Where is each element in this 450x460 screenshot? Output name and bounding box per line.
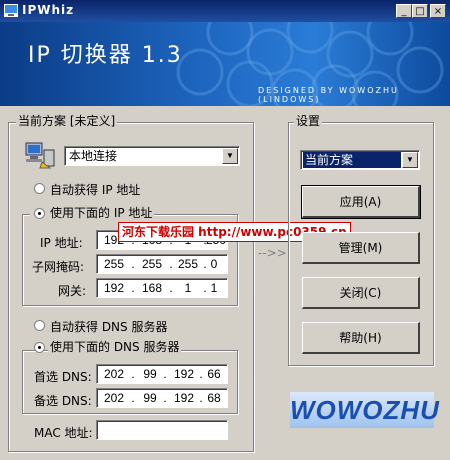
dns1-octet-1: 202 bbox=[103, 367, 125, 381]
gw-dot: . bbox=[131, 281, 135, 295]
mask-octet-2: 255 bbox=[141, 257, 163, 271]
scheme-select[interactable]: 当前方案 ▼ bbox=[300, 150, 420, 170]
manage-button[interactable]: 管理(M) bbox=[302, 232, 420, 264]
ip-manual-label: 使用下面的 IP 地址 bbox=[48, 206, 155, 220]
dns-auto-label: 自动获得 DNS 服务器 bbox=[50, 320, 168, 334]
ip-manual-radio[interactable] bbox=[34, 208, 45, 219]
app-icon bbox=[4, 4, 18, 17]
help-button[interactable]: 帮助(H) bbox=[302, 322, 420, 354]
mac-address-field[interactable] bbox=[96, 420, 228, 440]
maximize-button[interactable]: □ bbox=[412, 4, 428, 18]
close-button[interactable]: 关闭(C) bbox=[302, 277, 420, 309]
wowozhu-logo: WOWOZHU bbox=[290, 392, 439, 428]
current-scheme-group-title: 当前方案 [未定义] bbox=[16, 114, 118, 128]
mask-dot: . bbox=[131, 257, 135, 271]
gw-octet-4: 1 bbox=[210, 281, 218, 295]
title-bar[interactable]: IPWhiz _ □ × bbox=[0, 0, 450, 22]
ip-auto-radio[interactable] bbox=[34, 183, 45, 194]
dns2-field[interactable]: 202 . 99 . 192 . 68 bbox=[96, 388, 228, 408]
window-title: IPWhiz bbox=[22, 3, 75, 17]
dns-manual-radio[interactable] bbox=[34, 342, 45, 353]
minimize-button[interactable]: _ bbox=[396, 4, 412, 18]
dns1-label: 首选 DNS: bbox=[34, 370, 92, 384]
dns2-octet-3: 192 bbox=[173, 391, 195, 405]
gw-octet-2: 168 bbox=[141, 281, 163, 295]
banner-subtitle: DESIGNED BY WOWOZHU (LINDOWS) bbox=[258, 86, 399, 104]
ip-auto-label: 自动获得 IP 地址 bbox=[50, 183, 141, 197]
apply-button[interactable]: 应用(A) bbox=[301, 185, 421, 219]
scheme-select-value: 当前方案 bbox=[303, 152, 401, 168]
dns1-field[interactable]: 202 . 99 . 192 . 66 bbox=[96, 364, 228, 384]
header-banner: IP 切换器 1.3 DESIGNED BY WOWOZHU (LINDOWS) bbox=[0, 22, 450, 106]
gateway-field[interactable]: 192 . 168 . 1 . 1 bbox=[96, 278, 228, 298]
mask-octet-1: 255 bbox=[103, 257, 125, 271]
dns1-octet-3: 192 bbox=[173, 367, 195, 381]
adapter-select-value: 本地连接 bbox=[69, 149, 118, 163]
gateway-label: 网关: bbox=[58, 284, 87, 298]
adapter-select[interactable]: 本地连接 ▼ bbox=[64, 146, 240, 166]
arrow-indicator: -->> bbox=[258, 246, 287, 260]
dns-manual-label: 使用下面的 DNS 服务器 bbox=[48, 340, 182, 354]
chevron-down-icon[interactable]: ▼ bbox=[222, 148, 238, 164]
close-window-button[interactable]: × bbox=[430, 4, 446, 18]
banner-title: IP 切换器 1.3 bbox=[28, 43, 183, 68]
dns2-octet-1: 202 bbox=[103, 391, 125, 405]
network-adapter-icon bbox=[25, 142, 55, 169]
settings-group-title: 设置 bbox=[294, 114, 323, 128]
subnet-mask-field[interactable]: 255 . 255 . 255 . 0 bbox=[96, 254, 228, 274]
gw-octet-1: 192 bbox=[103, 281, 125, 295]
dns2-label: 备选 DNS: bbox=[34, 394, 92, 408]
dns-auto-radio[interactable] bbox=[34, 320, 45, 331]
dns1-octet-4: 66 bbox=[207, 367, 221, 381]
dns2-dot: . bbox=[163, 391, 167, 405]
mac-address-label: MAC 地址: bbox=[34, 426, 93, 440]
subnet-mask-label: 子网掩码: bbox=[32, 260, 85, 274]
dns1-dot: . bbox=[163, 367, 167, 381]
chevron-down-icon[interactable]: ▼ bbox=[402, 152, 418, 168]
dns2-octet-4: 68 bbox=[207, 391, 221, 405]
mask-octet-4: 0 bbox=[210, 257, 218, 271]
ip-address-label: IP 地址: bbox=[40, 236, 83, 250]
